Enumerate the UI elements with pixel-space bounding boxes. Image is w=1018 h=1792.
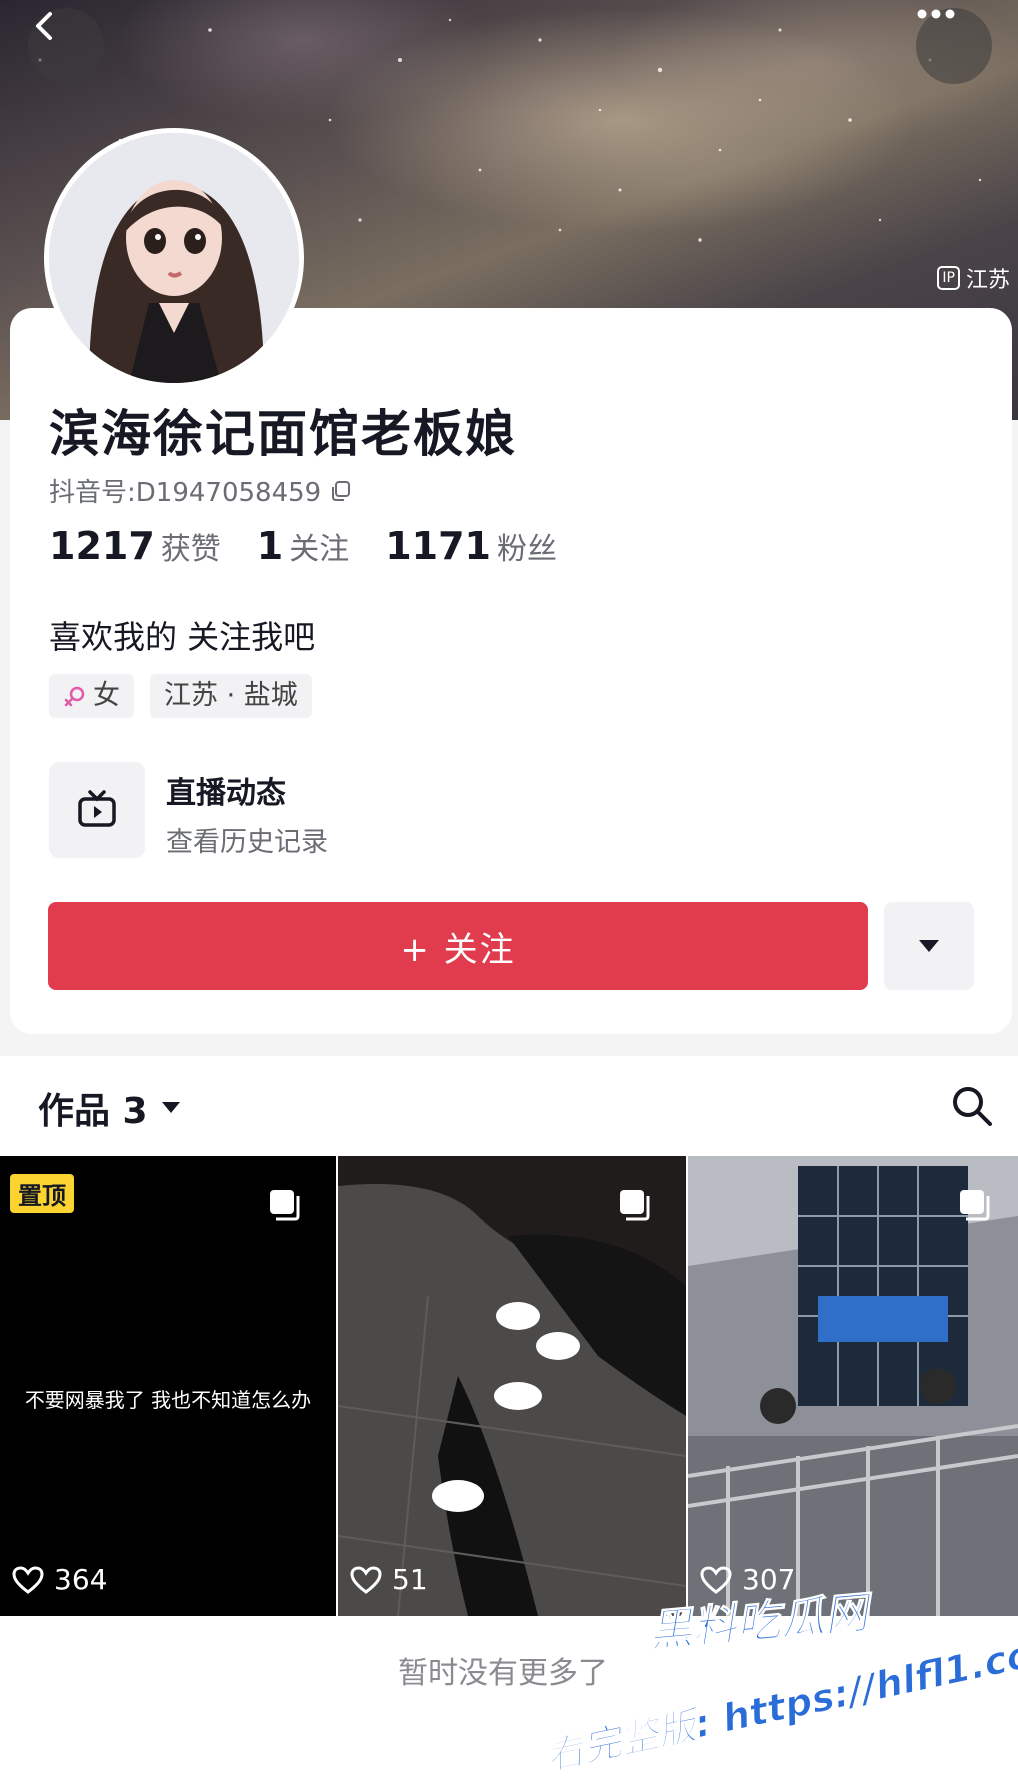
stat-followers[interactable]: 1171 粉丝: [385, 524, 557, 568]
live-subtitle: 查看历史记录: [166, 827, 328, 858]
douyin-id-label: 抖音号:: [49, 478, 136, 508]
stat-followers-value: 1171: [385, 524, 491, 568]
like-count-value: 51: [392, 1563, 428, 1596]
live-title[interactable]: 直播动态: [166, 768, 286, 812]
heart-icon: [350, 1565, 382, 1594]
pinned-badge: 置顶: [10, 1174, 74, 1213]
multi-image-icon: [620, 1190, 650, 1221]
like-count: 51: [350, 1563, 428, 1596]
video-thumbnail[interactable]: 51: [338, 1156, 686, 1616]
ellipsis-icon: [917, 9, 955, 19]
follow-button[interactable]: + 关注: [48, 902, 868, 990]
ip-location-text: 江苏: [965, 268, 1010, 293]
like-count: 364: [12, 1563, 107, 1596]
chevron-left-icon: [36, 12, 52, 40]
caret-down-icon: [919, 940, 939, 952]
avatar-illustration: [49, 133, 299, 383]
video-thumbnail[interactable]: 307: [688, 1156, 1018, 1616]
douyin-id: 抖音号:D1947058459: [49, 472, 353, 509]
works-title: 作品 3: [38, 1091, 148, 1132]
location-text: 江苏 · 盐城: [164, 680, 298, 711]
more-button[interactable]: [916, 8, 992, 84]
thumbnail-image: [338, 1156, 686, 1616]
profile-stats: 1217 获赞 1 关注 1171 粉丝: [49, 524, 557, 568]
ip-location: IP 江苏: [937, 262, 1010, 294]
video-thumbnail[interactable]: 置顶 不要网暴我了 我也不知道怎么办 364: [0, 1156, 336, 1616]
stat-likes-label: 获赞: [160, 532, 221, 567]
stat-likes[interactable]: 1217 获赞: [49, 524, 221, 568]
douyin-id-value: D1947058459: [135, 478, 322, 508]
ip-badge: IP: [937, 266, 960, 290]
heart-icon: [12, 1565, 44, 1594]
gender-text: 女: [93, 680, 120, 711]
back-button[interactable]: [28, 8, 104, 84]
stat-likes-value: 1217: [49, 524, 155, 568]
stat-followers-label: 粉丝: [496, 532, 557, 567]
like-count-value: 364: [54, 1563, 108, 1596]
profile-bio: 喜欢我的 关注我吧: [49, 618, 316, 656]
follow-options-button[interactable]: [884, 902, 974, 990]
stat-following[interactable]: 1 关注: [257, 524, 349, 568]
caret-down-icon: [161, 1102, 180, 1113]
stat-following-label: 关注: [289, 532, 350, 567]
works-tab-bar: 作品 3: [0, 1056, 1018, 1156]
location-tag: 江苏 · 盐城: [150, 674, 312, 718]
copy-icon[interactable]: [329, 479, 353, 503]
gender-tag: 女: [49, 674, 134, 718]
stat-following-value: 1: [256, 524, 284, 568]
live-history-button[interactable]: [49, 762, 145, 858]
multi-image-icon: [270, 1190, 300, 1221]
thumbnail-image: [688, 1156, 1018, 1616]
works-grid: 置顶 不要网暴我了 我也不知道怎么办 364 51 307: [0, 1156, 1018, 1616]
tv-play-icon: [78, 790, 116, 827]
search-icon[interactable]: [946, 1080, 998, 1132]
video-caption: 不要网暴我了 我也不知道怎么办: [24, 1388, 312, 1412]
avatar[interactable]: [44, 128, 304, 388]
multi-image-icon: [960, 1190, 990, 1221]
works-tab[interactable]: 作品 3: [38, 1082, 182, 1134]
profile-name: 滨海徐记面馆老板娘: [49, 405, 517, 463]
profile-tags: 女 江苏 · 盐城: [49, 674, 312, 718]
female-icon: [64, 686, 85, 707]
